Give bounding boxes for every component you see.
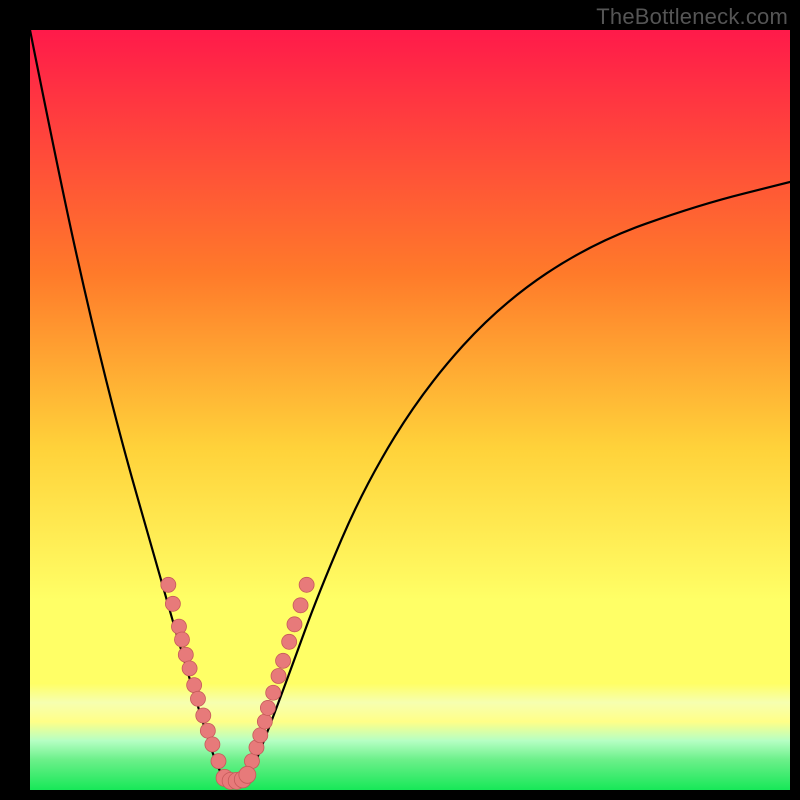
data-dot: [200, 723, 215, 738]
data-dot: [282, 634, 297, 649]
data-dot: [287, 617, 302, 632]
data-dot: [257, 714, 272, 729]
data-dot: [299, 577, 314, 592]
chart-frame: TheBottleneck.com: [0, 0, 800, 800]
data-dot: [260, 700, 275, 715]
data-dot: [211, 754, 226, 769]
data-dot: [266, 685, 281, 700]
data-dot: [178, 647, 193, 662]
data-dots: [161, 577, 314, 789]
plot-area: [30, 30, 790, 790]
data-dot: [205, 737, 220, 752]
data-dot: [175, 632, 190, 647]
data-dot: [276, 653, 291, 668]
watermark-text: TheBottleneck.com: [596, 4, 788, 30]
data-dot: [239, 766, 256, 783]
data-dot: [161, 577, 176, 592]
data-dot: [165, 596, 180, 611]
data-dot: [253, 728, 268, 743]
data-dot: [187, 678, 202, 693]
data-dot: [271, 669, 286, 684]
chart-svg: [30, 30, 790, 790]
bottleneck-curve: [30, 30, 790, 786]
data-dot: [196, 708, 211, 723]
data-dot: [190, 691, 205, 706]
data-dot: [293, 598, 308, 613]
data-dot: [171, 619, 186, 634]
data-dot: [182, 661, 197, 676]
